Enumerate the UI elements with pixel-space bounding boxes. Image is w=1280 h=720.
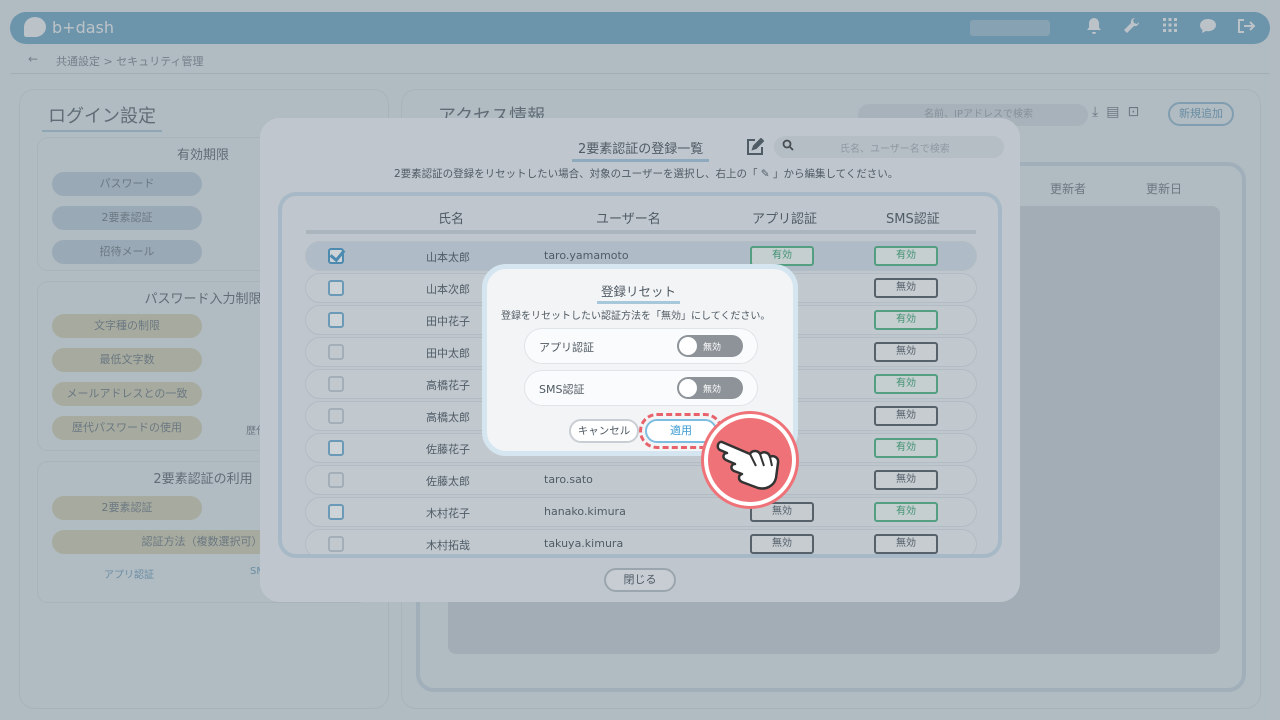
apply-button[interactable]: 適用: [645, 419, 717, 443]
toggle-knob: [679, 337, 697, 355]
cancel-button[interactable]: キャンセル: [569, 419, 639, 443]
toggle-state: 無効: [703, 343, 722, 353]
option-label: アプリ認証: [539, 341, 594, 354]
option-label: SMS認証: [539, 383, 585, 396]
app-auth-option: アプリ認証 無効: [525, 329, 757, 363]
dialog-title: 登録リセット: [597, 281, 681, 304]
dialog-description: 登録をリセットしたい認証方法を「無効」にしてください。: [501, 311, 771, 322]
hand-pointer-icon: [704, 414, 796, 506]
toggle-knob: [679, 379, 697, 397]
sms-auth-option: SMS認証 無効: [525, 371, 757, 405]
sms-auth-toggle[interactable]: 無効: [677, 377, 743, 399]
app-auth-toggle[interactable]: 無効: [677, 335, 743, 357]
toggle-state: 無効: [703, 385, 722, 395]
